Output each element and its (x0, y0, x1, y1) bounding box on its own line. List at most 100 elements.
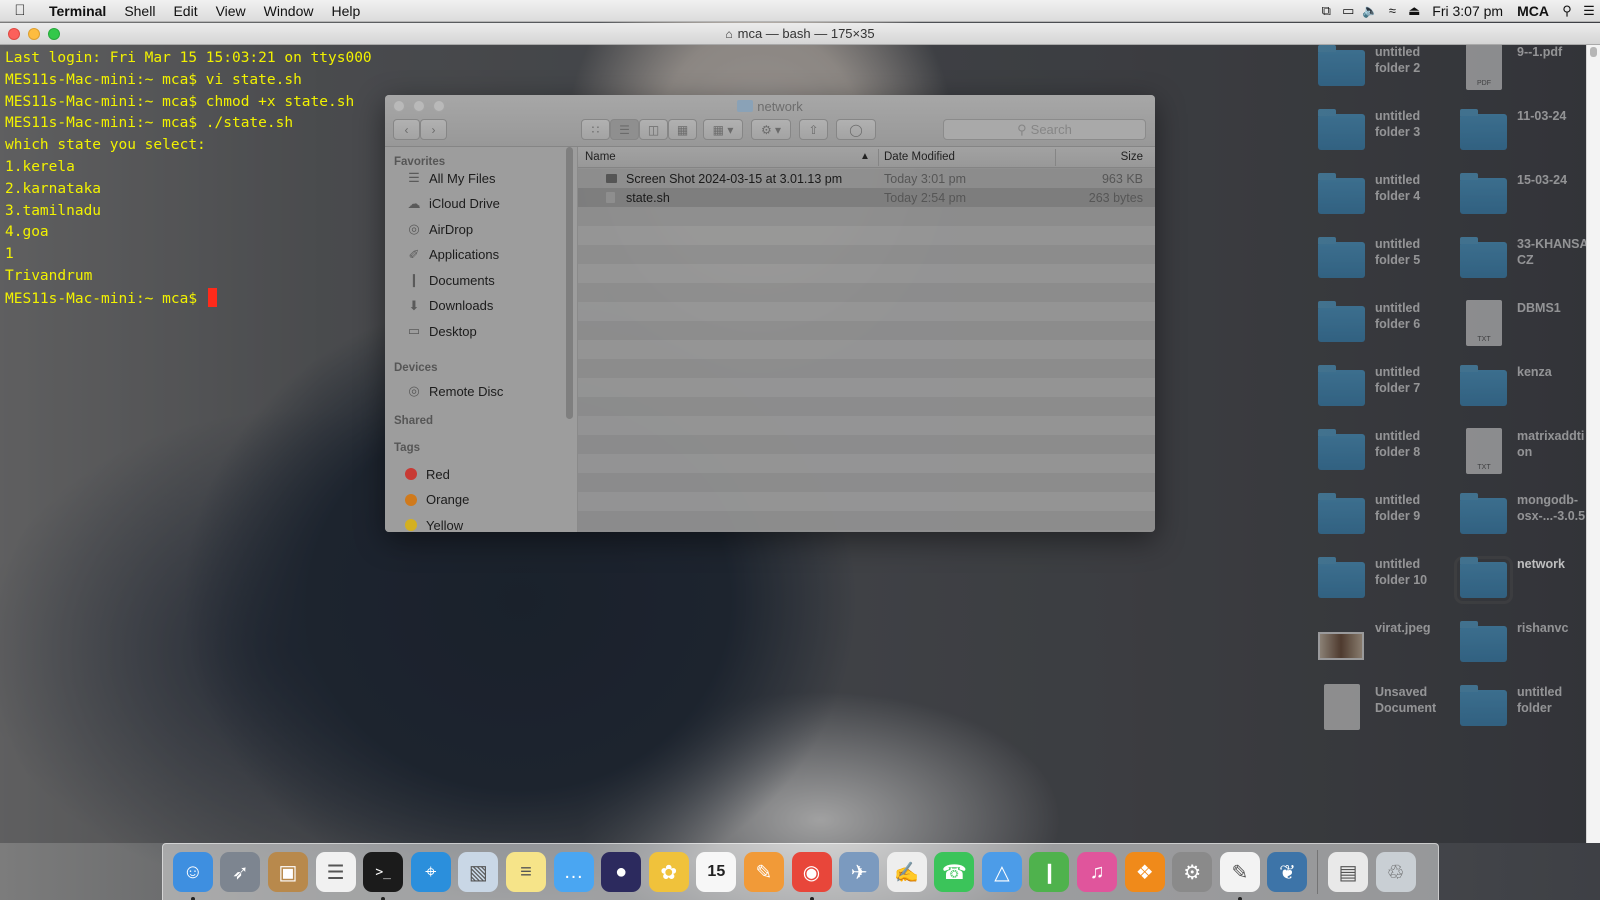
airplay-icon[interactable]: ▭ (1337, 3, 1359, 19)
file-row[interactable]: state.sh Today 2:54 pm 263 bytes (578, 188, 1155, 207)
pages-icon[interactable]: ✎ (743, 852, 784, 892)
safari-icon[interactable]: ⌖ (410, 852, 451, 892)
eclipse-icon[interactable]: ● (601, 852, 642, 892)
grid-icon: ∷ (591, 122, 600, 137)
image-file-icon (606, 174, 617, 183)
screen-mirroring-icon[interactable]: ⧉ (1315, 3, 1337, 19)
sidebar-item-desktop[interactable]: ▭ Desktop (405, 320, 477, 342)
sidebar-item-label: Desktop (429, 323, 477, 339)
launchpad-icon[interactable]: ➶ (220, 852, 261, 892)
chrome-icon[interactable]: ◉ (791, 852, 832, 900)
sidebar-scrollbar[interactable] (566, 147, 573, 419)
file-list: Name ▲ Date Modified Size Screen Shot 20… (578, 147, 1155, 532)
minimize-button[interactable] (28, 28, 40, 40)
trash-icon[interactable]: ♲ (1375, 852, 1416, 892)
finder-title-text: network (757, 99, 803, 114)
notification-center-icon[interactable]: ☰ (1578, 3, 1600, 19)
keynote-icon[interactable]: △ (981, 852, 1022, 892)
sidebar-item-icloud-drive[interactable]: ☁ iCloud Drive (405, 193, 500, 215)
sidebar-tag-orange[interactable]: Orange (402, 489, 469, 511)
zoom-button[interactable] (48, 28, 60, 40)
column-view-button[interactable]: ◫ (639, 119, 668, 140)
scrollbar-thumb[interactable] (1590, 47, 1597, 57)
column-date-header[interactable]: Date Modified (884, 151, 955, 163)
numbers-icon[interactable]: ❙ (1029, 852, 1070, 892)
menu-shell[interactable]: Shell (115, 3, 164, 19)
preview-bird-icon[interactable]: ✈ (839, 852, 880, 892)
column-divider[interactable] (878, 149, 879, 166)
close-button[interactable] (8, 28, 20, 40)
forward-button[interactable]: › (420, 119, 447, 140)
sidebar-item-remote-disc[interactable]: ◎ Remote Disc (405, 380, 503, 402)
sidebar-item-applications[interactable]: ✐ Applications (405, 244, 500, 266)
cover-flow-button[interactable]: ▦ (668, 119, 697, 140)
wifi-icon[interactable]: ≈ (1381, 3, 1403, 18)
sidebar-item-all-my-files[interactable]: ☰ All My Files (405, 167, 495, 189)
menu-help[interactable]: Help (322, 3, 369, 19)
sidebar-item-label: iCloud Drive (429, 196, 500, 211)
calendar-icon[interactable]: 15 (696, 852, 737, 892)
reminders-icon[interactable]: ☰ (315, 852, 356, 892)
tags-button[interactable]: ◯ (836, 119, 876, 140)
menu-user[interactable]: MCA (1510, 3, 1556, 19)
menu-app-name[interactable]: Terminal (40, 3, 115, 19)
contacts-icon[interactable]: ▣ (267, 852, 308, 892)
back-button[interactable]: ‹ (393, 119, 420, 140)
list-view-button[interactable]: ☰ (610, 119, 639, 140)
ibooks-icon[interactable]: ❖ (1124, 852, 1165, 892)
menu-view[interactable]: View (207, 3, 255, 19)
sidebar-item-airdrop[interactable]: ◎ AirDrop (405, 218, 473, 240)
file-row[interactable]: Screen Shot 2024-03-15 at 3.01.13 pm Toda… (578, 169, 1155, 188)
textedit-pen-icon[interactable]: ✎ (1219, 852, 1260, 900)
messages-icon[interactable]: … (553, 852, 594, 892)
column-size-header[interactable]: Size (1121, 151, 1143, 163)
menu-bar:  Terminal Shell Edit View Window Help ⧉… (0, 0, 1600, 22)
downloads-stack-icon[interactable]: ▤ (1328, 852, 1369, 892)
share-button[interactable]: ⇧ (799, 119, 828, 140)
chevron-right-icon: › (431, 122, 436, 137)
terminal-icon[interactable]: >_ (363, 852, 404, 900)
photos-icon[interactable]: ✿ (648, 852, 689, 892)
facetime-icon[interactable]: ☎ (934, 852, 975, 892)
column-name-header[interactable]: Name (585, 151, 616, 163)
empty-row (578, 264, 1155, 283)
notes-icon[interactable]: ≡ (505, 852, 546, 892)
volume-icon[interactable]: 🔈 (1359, 3, 1381, 19)
columns-icon: ◫ (647, 122, 660, 137)
icon-view-button[interactable]: ∷ (581, 119, 610, 140)
terminal-titlebar[interactable]: ⌂ mca — bash — 175×35 (0, 23, 1600, 45)
sidebar-item-documents[interactable]: ❙ Documents (405, 269, 495, 291)
list-icon: ☰ (619, 122, 630, 137)
sidebar-item-label: Red (426, 466, 450, 482)
system-preferences-icon[interactable]: ⚙ (1172, 852, 1213, 892)
empty-row (578, 435, 1155, 454)
arrange-button[interactable]: ▦ ▾ (703, 119, 743, 140)
terminal-scrollbar[interactable] (1586, 45, 1600, 843)
action-button[interactable]: ⚙ ▾ (751, 119, 791, 140)
itunes-icon[interactable]: ♫ (1077, 852, 1118, 892)
sidebar-tag-red[interactable]: Red (402, 463, 450, 485)
empty-row (578, 321, 1155, 340)
sidebar-item-downloads[interactable]: ⬇ Downloads (405, 295, 494, 317)
empty-row (578, 397, 1155, 416)
terminal-line: MES11s-Mac-mini:~ mca$ vi state.sh (5, 71, 302, 88)
tag-color-icon (405, 493, 417, 506)
all-files-icon: ☰ (408, 170, 420, 185)
disc-icon: ◎ (408, 383, 420, 398)
finder-icon[interactable]: ☺ (172, 852, 213, 900)
menu-window[interactable]: Window (255, 3, 323, 19)
applications-icon: ✐ (408, 246, 420, 262)
textedit-icon[interactable]: ✍ (886, 852, 927, 892)
finder-window[interactable]: network ‹ › ∷ ☰ ◫ ▦ ▦ ▾ ⚙ ▾ ⇧ ◯ ⚲ Search … (385, 95, 1155, 532)
empty-row (578, 378, 1155, 397)
menu-edit[interactable]: Edit (164, 3, 206, 19)
spotlight-search-icon[interactable]: ⚲ (1556, 3, 1578, 19)
python-icon[interactable]: ❦ (1267, 852, 1308, 892)
search-field[interactable]: ⚲ Search (943, 119, 1146, 140)
sidebar-tag-yellow[interactable]: Yellow (402, 514, 463, 532)
preview-icon[interactable]: ▧ (458, 852, 499, 892)
eject-icon[interactable]: ⏏ (1403, 3, 1425, 19)
apple-menu-icon[interactable]:  (0, 2, 40, 19)
column-divider[interactable] (1055, 149, 1056, 166)
menu-clock[interactable]: Fri 3:07 pm (1425, 3, 1510, 19)
